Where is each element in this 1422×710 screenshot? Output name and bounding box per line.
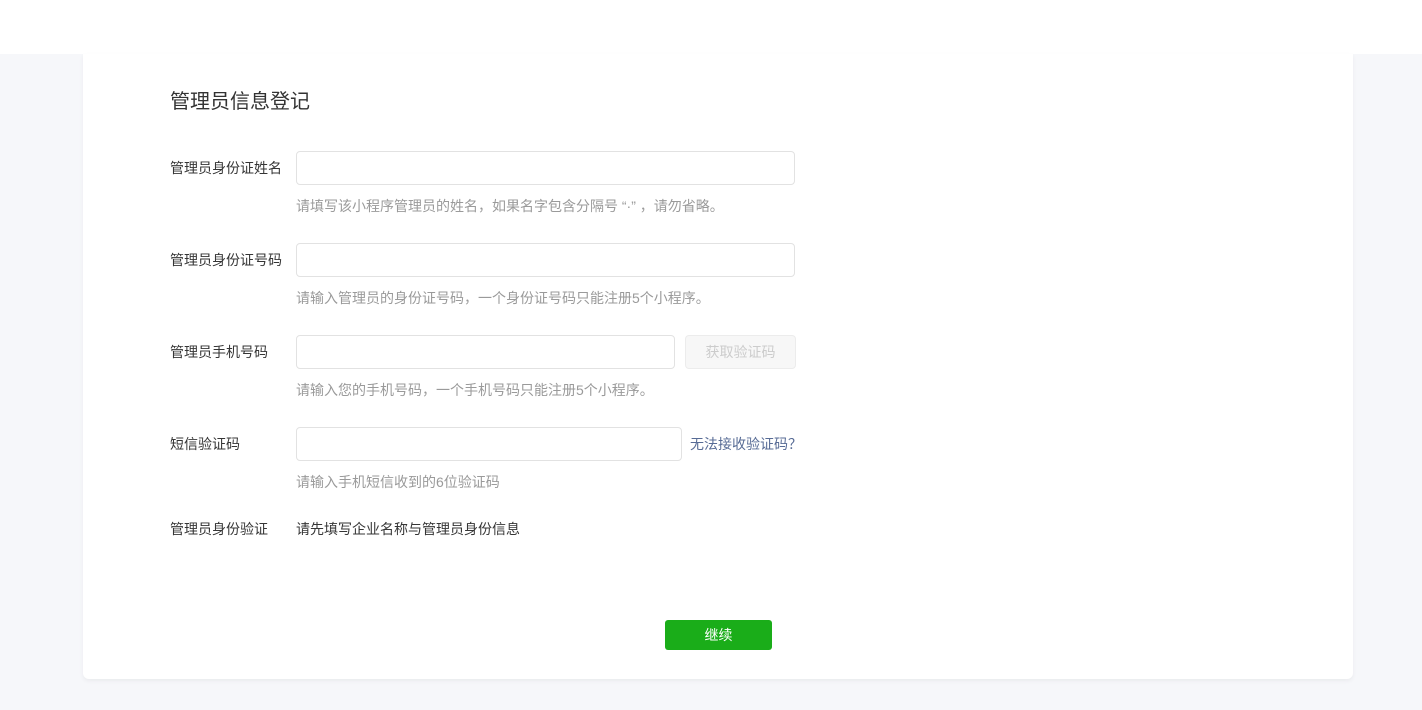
field-label-admin-id-number: 管理员身份证号码 [170, 243, 282, 277]
admin-phone-helper: 请输入您的手机号码，一个手机号码只能注册5个小程序。 [296, 381, 654, 399]
admin-id-name-helper: 请填写该小程序管理员的姓名，如果名字包含分隔号 “·” ，请勿省略。 [296, 197, 724, 215]
admin-id-number-helper: 请输入管理员的身份证号码，一个身份证号码只能注册5个小程序。 [296, 289, 710, 307]
top-bar [0, 0, 1422, 54]
admin-registration-card: 管理员信息登记 管理员身份证姓名 请填写该小程序管理员的姓名，如果名字包含分隔号… [83, 54, 1353, 679]
field-label-identity-verification: 管理员身份验证 [170, 520, 268, 538]
field-label-admin-phone: 管理员手机号码 [170, 335, 268, 369]
admin-id-name-input[interactable] [296, 151, 795, 185]
cannot-receive-code-link[interactable]: 无法接收验证码？ [690, 427, 802, 461]
sms-code-input[interactable] [296, 427, 682, 461]
identity-verification-hint: 请先填写企业名称与管理员身份信息 [296, 520, 520, 538]
get-verification-code-button[interactable]: 获取验证码 [685, 335, 796, 369]
admin-id-number-input[interactable] [296, 243, 795, 277]
sms-code-helper: 请输入手机短信收到的6位验证码 [296, 473, 500, 491]
continue-button[interactable]: 继续 [665, 620, 772, 650]
page-title: 管理员信息登记 [170, 90, 310, 114]
admin-phone-input[interactable] [296, 335, 675, 369]
field-label-admin-id-name: 管理员身份证姓名 [170, 151, 282, 185]
field-label-sms-code: 短信验证码 [170, 427, 240, 461]
